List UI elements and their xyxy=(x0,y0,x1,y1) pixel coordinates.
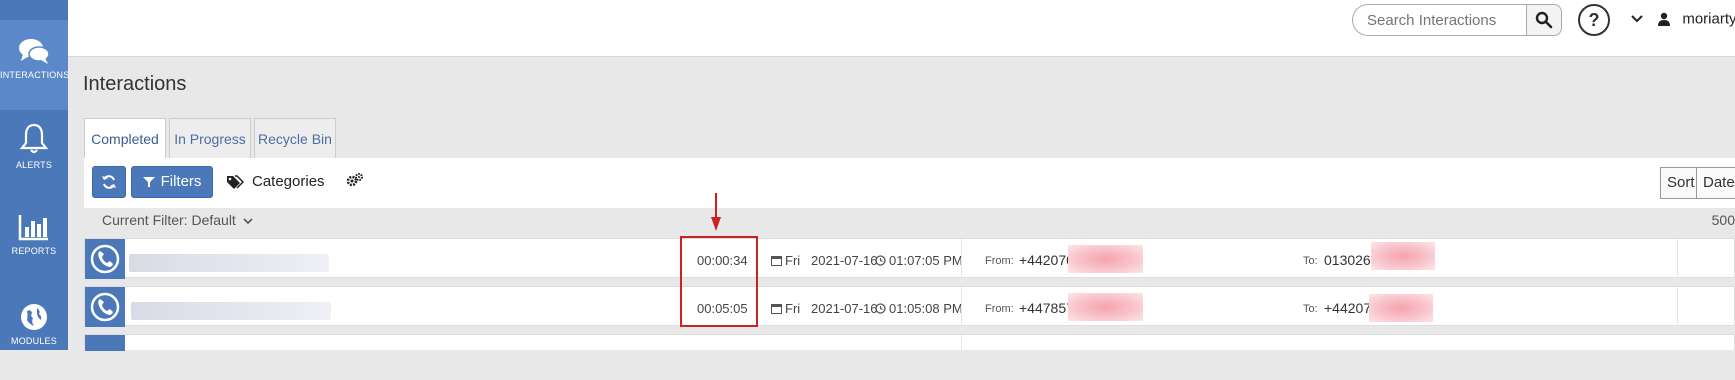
interaction-row[interactable]: 00:05:05 Fri 2021-07-16 01:05:08 PM From… xyxy=(84,286,1735,327)
search-field[interactable] xyxy=(1352,4,1527,36)
call-type-icon xyxy=(85,239,125,279)
sidebar-label-reports: REPORTS xyxy=(11,246,57,256)
help-button[interactable]: ? xyxy=(1578,4,1610,36)
user-menu[interactable]: moriarty xyxy=(1630,10,1735,34)
clock-icon xyxy=(875,303,886,314)
contact-name-redacted xyxy=(129,254,329,272)
refresh-icon xyxy=(102,175,116,189)
categories-label: Categories xyxy=(252,173,325,190)
search-icon xyxy=(1535,11,1553,29)
column-divider xyxy=(1677,239,1678,279)
from-label: From: xyxy=(985,255,1014,267)
from-number: +447857 xyxy=(1019,300,1074,316)
column-divider xyxy=(961,287,962,327)
sidebar-label-alerts: ALERTS xyxy=(15,160,53,170)
call-day: Fri xyxy=(771,301,800,316)
current-filter-bar: Current Filter: Default 500 xyxy=(84,212,1735,238)
bar-chart-icon xyxy=(18,215,48,241)
current-filter-label: Current Filter: Default xyxy=(102,212,236,228)
tags-icon xyxy=(227,175,245,190)
from-number: +442070 xyxy=(1019,252,1074,268)
tab-completed[interactable]: Completed xyxy=(84,118,166,159)
sidebar-label-modules: MODULES xyxy=(11,336,57,346)
result-count: 500 xyxy=(1711,212,1735,228)
to-label: To: xyxy=(1303,303,1318,315)
tab-in-progress[interactable]: In Progress xyxy=(169,118,251,158)
sidebar-item-modules[interactable]: MODULES xyxy=(0,290,68,380)
filters-button[interactable]: Filters xyxy=(131,166,213,198)
tab-recycle-bin[interactable]: Recycle Bin xyxy=(254,118,336,158)
sidebar-item-reports[interactable]: REPORTS xyxy=(0,200,68,290)
search-button[interactable] xyxy=(1526,4,1562,36)
sidebar-label-interactions: INTERACTIONS xyxy=(0,70,68,80)
redaction-overlay xyxy=(1371,242,1435,270)
redaction-overlay xyxy=(1068,245,1143,273)
user-icon xyxy=(1658,12,1671,27)
call-date: 2021-07-16 xyxy=(811,301,878,316)
duration-highlight-box xyxy=(680,236,758,327)
sidebar: INTERACTIONS ALERTS REPORTS MODULES xyxy=(0,0,68,350)
redaction-overlay xyxy=(1369,294,1433,322)
sort-field-select[interactable]: Date xyxy=(1696,167,1735,199)
call-day: Fri xyxy=(771,253,800,268)
call-date: 2021-07-16 xyxy=(811,253,878,268)
page-title: Interactions xyxy=(83,73,187,95)
call-type-icon xyxy=(85,335,125,351)
globe-icon xyxy=(21,304,47,330)
redaction-overlay xyxy=(1068,293,1143,321)
interaction-row[interactable] xyxy=(84,334,1735,351)
search-input[interactable] xyxy=(1365,11,1519,30)
annotation-arrow-icon xyxy=(711,193,721,231)
current-filter-dropdown[interactable]: Current Filter: Default xyxy=(102,212,253,228)
calendar-icon xyxy=(771,304,782,314)
time-text: 01:07:05 PM xyxy=(889,253,963,268)
refresh-button[interactable] xyxy=(92,166,126,198)
settings-button[interactable] xyxy=(346,172,366,192)
username: moriarty xyxy=(1682,10,1735,28)
to-label: To: xyxy=(1303,255,1318,267)
contact-name-redacted xyxy=(131,302,331,320)
call-time: 01:07:05 PM xyxy=(875,253,963,268)
chat-bubbles-icon xyxy=(19,39,50,64)
sort-button[interactable]: Sort xyxy=(1660,167,1697,199)
clock-icon xyxy=(875,255,886,266)
from-label: From: xyxy=(985,303,1014,315)
toolbar: Filters Categories Sort Date xyxy=(84,158,1735,208)
to-number: +44207 xyxy=(1324,300,1372,316)
bell-icon xyxy=(19,123,49,154)
sidebar-item-interactions[interactable]: INTERACTIONS xyxy=(0,20,68,110)
categories-button[interactable]: Categories xyxy=(226,166,325,198)
time-text: 01:05:08 PM xyxy=(889,301,963,316)
cogs-icon xyxy=(346,173,363,187)
column-divider xyxy=(961,239,962,279)
chevron-down-icon xyxy=(1631,15,1643,23)
phone-icon xyxy=(90,292,120,322)
column-divider xyxy=(1677,287,1678,327)
chevron-down-icon xyxy=(243,218,253,225)
call-type-icon xyxy=(85,287,125,327)
phone-icon xyxy=(90,244,120,274)
day-text: Fri xyxy=(785,253,801,268)
to-number: 013026 xyxy=(1324,252,1371,268)
day-text: Fri xyxy=(785,301,801,316)
interaction-row[interactable]: 00:00:34 Fri 2021-07-16 01:07:05 PM From… xyxy=(84,238,1735,279)
sidebar-item-alerts[interactable]: ALERTS xyxy=(0,110,68,200)
calendar-icon xyxy=(771,256,782,266)
call-time: 01:05:08 PM xyxy=(875,301,963,316)
column-divider xyxy=(961,335,962,351)
filter-icon xyxy=(142,177,155,188)
filters-label: Filters xyxy=(160,173,202,190)
